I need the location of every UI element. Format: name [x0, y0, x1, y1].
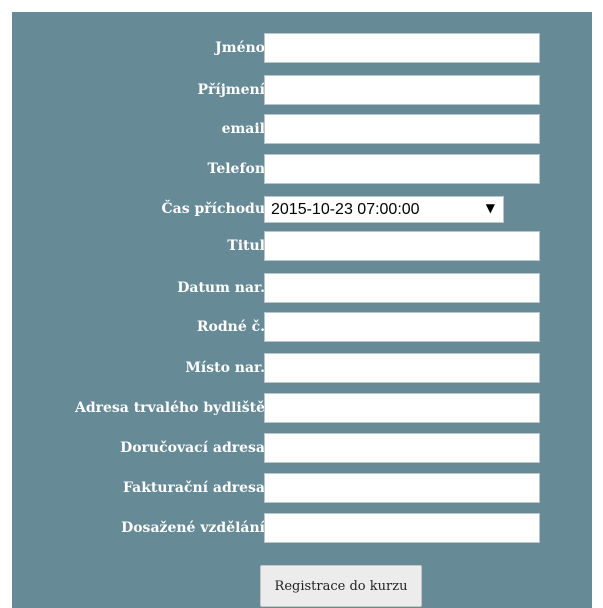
field-label: Doručovací adresa [120, 440, 265, 456]
permanent-address-input[interactable] [264, 393, 540, 423]
form-row-titul: Titul [12, 231, 592, 263]
field-label: Příjmení [197, 82, 265, 98]
form-row-jmeno: Jméno [12, 33, 592, 65]
form-row-email: email [12, 114, 592, 146]
field-label: Jméno [215, 40, 265, 56]
field-label: Čas příchodu [161, 201, 265, 217]
billing-address-input[interactable] [264, 473, 540, 503]
form-row-datum-nar: Datum nar. [12, 273, 592, 305]
birth-place-input[interactable] [264, 353, 540, 383]
birth-date-input[interactable] [264, 273, 540, 303]
arrival-time-select[interactable]: 2015-10-23 07:00:00 ▼ [264, 196, 504, 223]
form-row-prijmeni: Příjmení [12, 75, 592, 107]
last-name-input[interactable] [264, 75, 540, 105]
form-row-fakturacni-adresa: Fakturační adresa [12, 473, 592, 505]
title-input[interactable] [264, 231, 540, 261]
field-label: Místo nar. [185, 360, 265, 376]
field-label: email [221, 121, 265, 137]
email-input[interactable] [264, 114, 540, 144]
field-label: Telefon [207, 161, 265, 177]
form-row-rodne-cislo: Rodné č. [12, 312, 592, 344]
form-row-dosazene-vzdelani: Dosažené vzdělání [12, 513, 592, 545]
field-label: Fakturační adresa [122, 480, 265, 496]
field-label: Adresa trvalého bydliště [74, 400, 265, 416]
dropdown-arrow-icon: ▼ [485, 201, 495, 215]
field-label: Dosažené vzdělání [121, 520, 265, 536]
phone-input[interactable] [264, 154, 540, 184]
form-row-adresa-trvaleho-bydliste: Adresa trvalého bydliště [12, 393, 592, 425]
birth-number-input[interactable] [264, 312, 540, 342]
first-name-input[interactable] [264, 33, 540, 63]
register-course-button[interactable]: Registrace do kurzu [260, 565, 422, 607]
form-row-dorucovaci-adresa: Doručovací adresa [12, 433, 592, 465]
arrival-time-value: 2015-10-23 07:00:00 [271, 200, 420, 218]
form-row-misto-nar: Místo nar. [12, 353, 592, 385]
registration-form: Jméno Příjmení email Telefon Čas příchod… [12, 12, 592, 608]
form-row-telefon: Telefon [12, 154, 592, 186]
field-label: Titul [227, 238, 265, 254]
field-label: Datum nar. [177, 280, 265, 296]
delivery-address-input[interactable] [264, 433, 540, 463]
education-input[interactable] [264, 513, 540, 543]
form-row-cas-prichodu: Čas příchodu 2015-10-23 07:00:00 ▼ [12, 194, 592, 226]
field-label: Rodné č. [196, 319, 265, 335]
